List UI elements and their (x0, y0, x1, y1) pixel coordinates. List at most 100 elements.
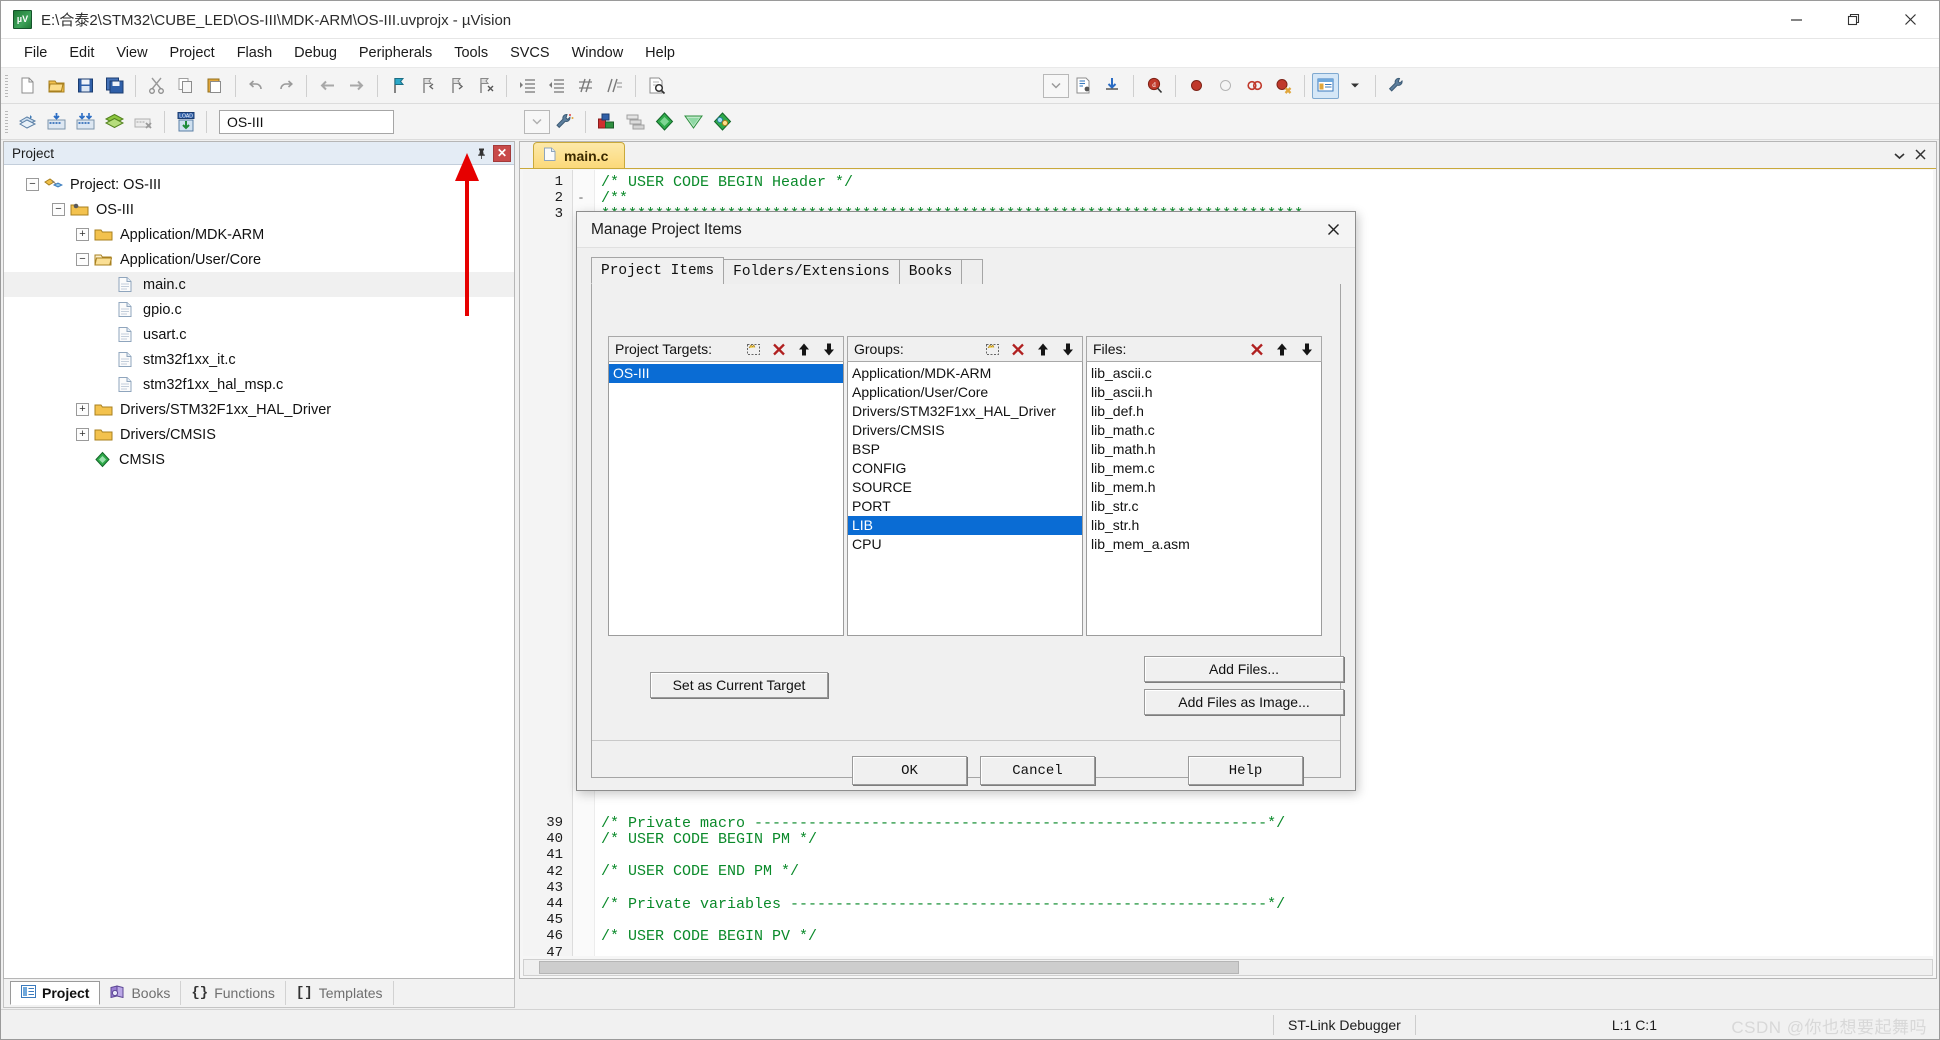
move-down-icon[interactable] (816, 338, 841, 360)
editor-horizontal-scrollbar[interactable] (523, 959, 1933, 976)
tab-functions[interactable]: {} Functions (181, 981, 286, 1005)
manage-project-items-icon[interactable] (593, 109, 620, 135)
list-item-selected[interactable]: LIB (848, 516, 1082, 535)
menu-flash[interactable]: Flash (226, 41, 283, 65)
project-tree[interactable]: − Project: OS-III − OS-III + Application… (4, 165, 514, 978)
list-item[interactable]: CONFIG (848, 459, 1082, 478)
delete-item-icon[interactable] (1005, 338, 1030, 360)
translate-icon[interactable] (14, 109, 41, 135)
list-item[interactable]: lib_math.h (1087, 440, 1321, 459)
menu-project[interactable]: Project (159, 41, 226, 65)
pack-installer-icon[interactable] (651, 109, 678, 135)
new-item-icon[interactable] (980, 338, 1005, 360)
list-item[interactable]: lib_str.c (1087, 497, 1321, 516)
bookmark-toggle-icon[interactable] (385, 73, 412, 99)
build-icon[interactable] (43, 109, 70, 135)
stop-build-icon[interactable] (130, 109, 157, 135)
menu-view[interactable]: View (105, 41, 158, 65)
minimize-icon[interactable] (1768, 1, 1825, 39)
menu-debug[interactable]: Debug (283, 41, 348, 65)
dialog-tab-books[interactable]: Books (898, 259, 963, 284)
copy-icon[interactable] (172, 73, 199, 99)
delete-item-icon[interactable] (1244, 338, 1269, 360)
menu-edit[interactable]: Edit (58, 41, 105, 65)
close-icon[interactable] (1882, 1, 1939, 39)
tree-node-drivers-cmsis[interactable]: + Drivers/CMSIS (4, 422, 514, 447)
navigate-forward-icon[interactable] (343, 73, 370, 99)
list-item[interactable]: Application/User/Core (848, 383, 1082, 402)
add-files-button[interactable]: Add Files... (1144, 656, 1344, 682)
list-item[interactable]: BSP (848, 440, 1082, 459)
restore-icon[interactable] (1825, 1, 1882, 39)
list-item[interactable]: lib_ascii.h (1087, 383, 1321, 402)
new-file-icon[interactable] (14, 73, 41, 99)
bookmark-clear-icon[interactable] (472, 73, 499, 99)
list-item[interactable]: lib_mem.c (1087, 459, 1321, 478)
scrollbar-thumb[interactable] (539, 961, 1239, 974)
expander-icon[interactable]: + (76, 403, 89, 416)
expander-icon[interactable]: + (76, 228, 89, 241)
redo-icon[interactable] (272, 73, 299, 99)
configure-tools-icon[interactable] (1383, 73, 1410, 99)
list-item[interactable]: CPU (848, 535, 1082, 554)
close-icon[interactable]: ✕ (493, 144, 511, 162)
tree-node-main-c[interactable]: main.c (4, 272, 514, 297)
window-manager-icon[interactable] (1312, 72, 1339, 99)
add-files-as-image-button[interactable]: Add Files as Image... (1144, 689, 1344, 715)
move-up-icon[interactable] (791, 338, 816, 360)
list-item[interactable]: lib_math.c (1087, 421, 1321, 440)
tree-node-drivers-hal[interactable]: + Drivers/STM32F1xx_HAL_Driver (4, 397, 514, 422)
expander-icon[interactable]: + (76, 428, 89, 441)
chevron-down-icon[interactable] (1341, 73, 1368, 99)
close-icon[interactable] (1311, 212, 1355, 247)
tree-node-stm32f1xx-hal-msp-c[interactable]: stm32f1xx_hal_msp.c (4, 372, 514, 397)
list-item[interactable]: OS-III (609, 364, 843, 383)
bookmark-prev-icon[interactable] (414, 73, 441, 99)
toolbar-grip[interactable] (5, 74, 8, 97)
list-item[interactable]: lib_mem.h (1087, 478, 1321, 497)
comment-icon[interactable] (572, 73, 599, 99)
outdent-icon[interactable] (543, 73, 570, 99)
set-as-current-target-button[interactable]: Set as Current Target (650, 672, 828, 698)
list-item[interactable]: Application/MDK-ARM (848, 364, 1082, 383)
files-listbox[interactable]: lib_ascii.c lib_ascii.h lib_def.h lib_ma… (1086, 362, 1322, 636)
rebuild-icon[interactable] (72, 109, 99, 135)
expander-icon[interactable]: − (26, 178, 39, 191)
find-in-files-icon[interactable] (643, 73, 670, 99)
open-file-icon[interactable] (43, 73, 70, 99)
chevron-down-icon[interactable] (1894, 147, 1905, 163)
tree-node-application-mdk-arm[interactable]: + Application/MDK-ARM (4, 222, 514, 247)
breakpoint-disable-icon[interactable] (1241, 73, 1268, 99)
tree-node-usart-c[interactable]: usart.c (4, 322, 514, 347)
config-wizard-icon[interactable] (1070, 73, 1097, 99)
menu-file[interactable]: File (13, 41, 58, 65)
breakpoint-disable-all-icon[interactable] (1270, 73, 1297, 99)
cancel-button[interactable]: Cancel (980, 756, 1095, 785)
bookmark-next-icon[interactable] (443, 73, 470, 99)
tab-books[interactable]: Books (100, 981, 182, 1005)
manage-run-time-icon[interactable] (680, 109, 707, 135)
fold-marker[interactable]: - (569, 191, 593, 205)
list-item[interactable]: lib_str.h (1087, 516, 1321, 535)
list-item[interactable]: Drivers/CMSIS (848, 421, 1082, 440)
tree-node-gpio-c[interactable]: gpio.c (4, 297, 514, 322)
tree-node-cmsis[interactable]: CMSIS (4, 447, 514, 472)
tab-templates[interactable]: [] Templates (286, 981, 394, 1005)
dialog-tab-project-items[interactable]: Project Items (591, 257, 725, 284)
target-options-icon[interactable] (551, 109, 578, 135)
tree-node-application-user-core[interactable]: − Application/User/Core (4, 247, 514, 272)
expander-icon[interactable]: − (52, 203, 65, 216)
save-icon[interactable] (72, 73, 99, 99)
list-item[interactable]: Drivers/STM32F1xx_HAL_Driver (848, 402, 1082, 421)
move-down-icon[interactable] (1294, 338, 1319, 360)
indent-icon[interactable] (514, 73, 541, 99)
tree-node-stm32f1xx-it-c[interactable]: stm32f1xx_it.c (4, 347, 514, 372)
tree-node-project[interactable]: − Project: OS-III (4, 172, 514, 197)
download-icon[interactable] (1099, 73, 1126, 99)
navigate-back-icon[interactable] (314, 73, 341, 99)
tree-node-target[interactable]: − OS-III (4, 197, 514, 222)
project-targets-listbox[interactable]: OS-III (608, 362, 844, 636)
menu-help[interactable]: Help (634, 41, 686, 65)
dialog-tab-folders-extensions[interactable]: Folders/Extensions (723, 259, 900, 284)
chevron-down-icon[interactable] (524, 109, 550, 134)
